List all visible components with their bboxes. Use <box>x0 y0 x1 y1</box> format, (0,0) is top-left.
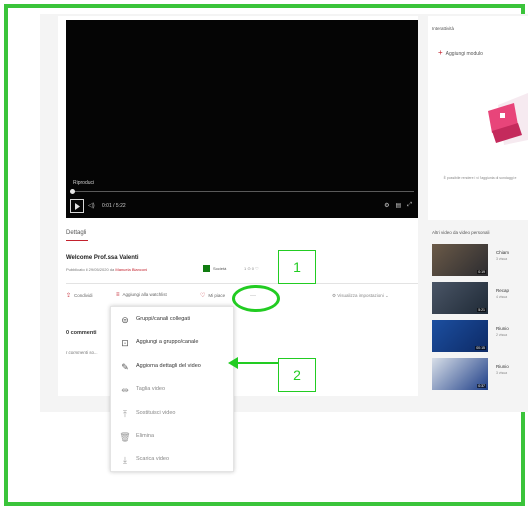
settings-icon[interactable]: ⚙ <box>384 202 389 209</box>
progress-bar[interactable] <box>70 189 414 194</box>
related-video-title[interactable]: Recap <box>496 288 509 293</box>
add-module-label: Aggiungi modulo <box>445 51 483 57</box>
details-divider <box>66 283 418 284</box>
video-thumbnail[interactable]: 0:19 <box>432 244 488 276</box>
video-title: Welcome Prof.ssa Valenti <box>66 255 139 261</box>
watchlist-button[interactable]: ≡ Aggiungi alla watchlist <box>116 292 167 298</box>
upload-icon: ⤒ <box>123 409 127 419</box>
more-options-menu: ⊜ Gruppi/canali collegati ⊡ Aggiungi a g… <box>110 306 234 472</box>
menu-item-label: Aggiorna dettagli del video <box>136 363 201 369</box>
menu-item-trim-video[interactable]: ⇹ Taglia video <box>111 380 235 402</box>
published-info: Pubblicato il 29/05/2020 da Manuela Bian… <box>66 267 147 272</box>
related-video-item[interactable]: 0:19 Chiam 3 visua <box>432 244 528 276</box>
like-label: Mi piace <box>208 293 226 298</box>
callout-step-2: 2 <box>278 358 316 392</box>
watchlist-label: Aggiungi alla watchlist <box>122 292 167 297</box>
company-icon <box>203 265 210 272</box>
published-prefix: Pubblicato il 29/05/2020 da <box>66 267 115 272</box>
related-video-views: 3 visua <box>496 371 508 375</box>
video-duration: 00:15 <box>475 346 486 350</box>
view-like-counts: 1 ⊙ 0 ♡ <box>244 266 259 271</box>
play-tooltip: Riproduci <box>73 180 95 186</box>
video-thumbnail[interactable]: 0:37 <box>432 358 488 390</box>
menu-item-label: Aggiungi a gruppo/canale <box>136 339 199 345</box>
heart-icon: ♡ <box>200 293 206 299</box>
related-video-title[interactable]: Riunio <box>496 364 509 369</box>
video-thumbnail[interactable]: 5:21 <box>432 282 488 314</box>
menu-item-update-details[interactable]: ✎ Aggiorna dettagli del video <box>111 357 235 379</box>
trash-icon: 🗑 <box>119 432 131 442</box>
menu-item-add-to-group[interactable]: ⊡ Aggiungi a gruppo/canale <box>111 333 235 355</box>
progress-knob[interactable] <box>70 189 75 194</box>
add-to-group-icon: ⊡ <box>121 338 129 348</box>
download-icon: ⤓ <box>123 455 127 465</box>
share-label: Condividi <box>74 293 93 298</box>
forms-illustration <box>488 93 528 145</box>
visibility-chip[interactable]: Società <box>203 264 235 273</box>
comments-empty-text: I commenti so... <box>66 350 98 355</box>
tab-details-underline <box>66 240 88 241</box>
like-button[interactable]: ♡ Mi piace <box>200 292 225 299</box>
tab-interactivity[interactable]: Interattività <box>432 26 454 31</box>
related-video-title[interactable]: Chiam <box>496 250 509 255</box>
related-video-views: 3 visua <box>496 257 508 261</box>
play-button[interactable] <box>70 199 84 213</box>
pointer-arrow-icon <box>228 357 278 369</box>
menu-item-download[interactable]: ⤓ Scarica video <box>111 450 235 472</box>
pencil-icon: ✎ <box>121 362 129 372</box>
related-video-item[interactable]: 00:15 Riunio 2 visua <box>432 320 528 352</box>
plus-icon: + <box>438 48 443 57</box>
related-videos-heading: Altri video da video personali <box>432 230 490 235</box>
menu-item-linked-groups[interactable]: ⊜ Gruppi/canali collegati <box>111 310 235 332</box>
interactivity-note: È possibile rendere i vi l'aggiunta di s… <box>443 176 517 180</box>
visibility-label: Società <box>213 266 227 271</box>
volume-icon[interactable]: ◁) <box>88 202 95 209</box>
play-icon <box>75 203 80 210</box>
highlight-ellipse <box>232 285 280 312</box>
watchlist-icon: ≡ <box>116 292 120 298</box>
video-duration: 0:37 <box>477 384 486 388</box>
menu-item-label: Gruppi/canali collegati <box>136 316 191 322</box>
video-thumbnail[interactable]: 00:15 <box>432 320 488 352</box>
player-right-controls: ⚙ ▤ ⤢ <box>384 202 412 209</box>
captions-icon[interactable]: ▤ <box>396 202 402 209</box>
tab-details[interactable]: Dettagli <box>66 230 86 236</box>
author-link[interactable]: Manuela Bianconi <box>115 267 147 272</box>
menu-item-replace-video[interactable]: ⤒ Sostituisci video <box>111 404 235 426</box>
menu-item-label: Elimina <box>136 433 155 439</box>
related-video-title[interactable]: Riunio <box>496 326 509 331</box>
share-icon: ⇪ <box>66 293 72 299</box>
group-icon: ⊜ <box>121 315 129 325</box>
add-module-button[interactable]: + Aggiungi modulo <box>438 48 483 57</box>
comments-heading: 0 commenti <box>66 330 97 336</box>
menu-item-label: Sostituisci video <box>136 410 176 416</box>
view-settings-label: Visualizza impostazioni <box>337 293 384 298</box>
related-video-item[interactable]: 0:37 Riunio 3 visua <box>432 358 528 390</box>
video-duration: 5:21 <box>477 308 486 312</box>
player-controls: ◁) 0:01 / 5:22 ⚙ ▤ ⤢ <box>70 199 414 215</box>
related-video-views: 2 visua <box>496 333 508 337</box>
trim-icon: ⇹ <box>121 385 129 395</box>
time-display: 0:01 / 5:22 <box>102 203 126 209</box>
fullscreen-icon[interactable]: ⤢ <box>407 202 412 209</box>
share-button[interactable]: ⇪ Condividi <box>66 292 93 299</box>
video-duration: 0:19 <box>477 270 486 274</box>
menu-item-label: Scarica video <box>136 456 170 462</box>
video-player[interactable]: Riproduci ◁) 0:01 / 5:22 ⚙ ▤ ⤢ <box>66 20 418 218</box>
view-settings-button[interactable]: ⚙ Visualizza impostazioni ⌄ <box>332 293 389 299</box>
related-video-item[interactable]: 5:21 Recap 4 visua <box>432 282 528 314</box>
menu-item-delete[interactable]: 🗑 Elimina <box>111 427 235 449</box>
callout-step-1: 1 <box>278 250 316 284</box>
related-video-views: 4 visua <box>496 295 508 299</box>
menu-item-label: Taglia video <box>136 386 166 392</box>
